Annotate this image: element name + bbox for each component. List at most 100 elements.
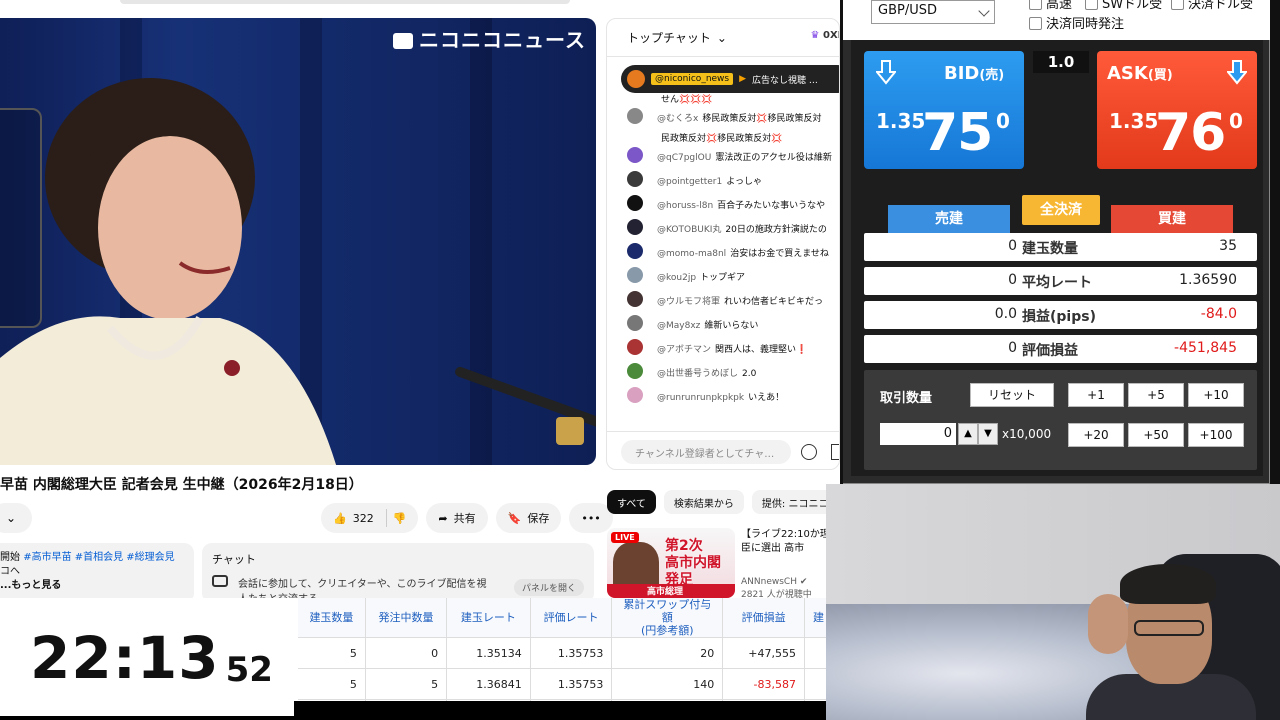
increment-icon[interactable]: ▲: [958, 423, 978, 445]
reset-button[interactable]: リセット: [970, 383, 1054, 407]
bid-button[interactable]: BID(売) 1.35 75 0: [864, 51, 1024, 169]
buy-value: 35: [1219, 238, 1237, 254]
chat-text: 民政策反対💢移民政策反対💢: [661, 134, 783, 144]
chat-marks: ❗: [796, 345, 808, 355]
chat-message-list[interactable]: せん💢💢💢 @むくろx 移民政策反対💢移民政策反対民政策反対💢移民政策反対💢 @qC7…: [627, 93, 839, 411]
ask-button[interactable]: ASK(買) 1.35 76 0: [1097, 51, 1257, 169]
chat-message[interactable]: 民政策反対💢移民政策反対💢: [627, 132, 839, 147]
avatar[interactable]: [627, 108, 643, 124]
checkbox-sw[interactable]: SWドル受: [1085, 0, 1162, 12]
pinned-message[interactable]: @niconico_news ▶ 広告なし視聴 …: [621, 65, 839, 93]
related-thumbnail[interactable]: LIVE 第2次 高市内閣 発足 高市総理: [607, 528, 735, 598]
share-icon: ➦: [438, 511, 448, 525]
chat-author[interactable]: @momo-ma8nl: [657, 249, 726, 259]
avatar[interactable]: [627, 339, 643, 355]
checkbox-label: SWドル受: [1102, 0, 1163, 12]
close-all-button[interactable]: 全決済: [1022, 195, 1100, 225]
avatar[interactable]: [627, 315, 643, 331]
avatar[interactable]: [627, 147, 643, 163]
avatar[interactable]: [627, 219, 643, 235]
avatar[interactable]: [627, 291, 643, 307]
video-player[interactable]: ニコニコニュース: [0, 18, 596, 465]
chat-author[interactable]: @pointgetter1: [657, 177, 722, 187]
like-button[interactable]: 👍 322 👎: [321, 503, 419, 533]
chat-message[interactable]: @KOTOBUKI丸 20日の施政方針演説たの: [627, 219, 839, 243]
plus-10-button[interactable]: +10: [1188, 383, 1244, 407]
quantity-input[interactable]: 0: [880, 423, 956, 445]
chat-author[interactable]: @horuss-l8n: [657, 201, 713, 211]
chat-text: れいわ信者ビキビキだっ: [724, 297, 824, 307]
avatar[interactable]: [627, 171, 643, 187]
super-chat-icon[interactable]: [831, 444, 839, 460]
chat-author[interactable]: @ウルモフ将軍: [657, 297, 720, 307]
avatar[interactable]: [627, 363, 643, 379]
hashtags[interactable]: #高市早苗 #首相会見 #総理会見: [23, 552, 175, 563]
chat-author[interactable]: @アボチマン: [657, 345, 711, 355]
speaker-image: [0, 78, 337, 465]
chat-message[interactable]: @runrunrunpkpkpk いえあ！: [627, 387, 839, 411]
plus-5-button[interactable]: +5: [1128, 383, 1184, 407]
chat-message[interactable]: @pointgetter1 よっしゃ: [627, 171, 839, 195]
sell-tab[interactable]: 売建: [888, 205, 1010, 233]
chat-message[interactable]: @むくろx 移民政策反対💢移民政策反対: [627, 108, 839, 132]
related-channel[interactable]: ANNnewsCH: [741, 577, 797, 587]
avatar[interactable]: [627, 195, 643, 211]
plus-50-button[interactable]: +50: [1128, 423, 1184, 447]
chat-author[interactable]: @むくろx: [657, 114, 698, 124]
search-bar[interactable]: [120, 0, 570, 4]
chat-message[interactable]: @momo-ma8nl 治安はお金で買えませね: [627, 243, 839, 267]
video-title: 早苗 内閣総理大臣 記者会見 生中継（2026年2月18日）: [0, 477, 363, 493]
chat-author[interactable]: @出世番号うめぼし: [657, 369, 738, 379]
chat-message[interactable]: @アボチマン 関西人は、義理堅い❗: [627, 339, 839, 363]
plus-1-button[interactable]: +1: [1068, 383, 1124, 407]
plus-20-button[interactable]: +20: [1068, 423, 1124, 447]
thumbs-down-icon[interactable]: 👎: [393, 512, 407, 525]
chat-message[interactable]: せん💢💢💢: [627, 93, 839, 108]
related-video[interactable]: LIVE 第2次 高市内閣 発足 高市総理 【ライブ22:10か理大臣に選出 高市 …: [607, 528, 840, 600]
chat-author[interactable]: @qC7pglOU: [657, 153, 711, 163]
chat-mode-selector[interactable]: トップチャット ⌄ ♛ 0XP: [607, 19, 839, 57]
filter-chip[interactable]: 検索結果から: [663, 490, 744, 514]
chat-author[interactable]: @KOTOBUKI丸: [657, 225, 721, 235]
bid-price-fraction: 0: [996, 109, 1010, 133]
checkbox-settle[interactable]: 決済ドル受: [1171, 0, 1253, 12]
open-panel-button[interactable]: パネルを開く: [513, 579, 584, 596]
avatar[interactable]: [627, 243, 643, 259]
trading-panel: GBP/USD 高速 SWドル受 決済ドル受 決済同時発注 BID(売) 1.3…: [843, 0, 1270, 484]
chat-message[interactable]: @May8xz 維新いらない: [627, 315, 839, 339]
quantity-label: 取引数量: [880, 391, 933, 406]
avatar[interactable]: [627, 387, 643, 403]
table-header-line: 評価損益: [741, 611, 786, 624]
table-header-line: 発注中数量: [378, 611, 434, 624]
symbol-select[interactable]: GBP/USD: [871, 0, 995, 24]
chat-author[interactable]: @May8xz: [657, 321, 700, 331]
plus-100-button[interactable]: +100: [1188, 423, 1244, 447]
chat-message[interactable]: @horuss-l8n 百合子みたいな事いうなや: [627, 195, 839, 219]
decrement-icon[interactable]: ▼: [978, 423, 998, 445]
chat-input[interactable]: チャンネル登録者としてチャ…: [621, 440, 791, 464]
emoji-icon[interactable]: [801, 444, 817, 460]
description-box[interactable]: 開始 #高市早苗 #首相会見 #総理会見 コへ ...もっと見る: [0, 543, 194, 603]
filter-chip[interactable]: すべて: [607, 490, 656, 514]
chat-message[interactable]: @ウルモフ将軍 れいわ信者ビキビキだっ: [627, 291, 839, 315]
checkbox-simultaneous[interactable]: 決済同時発注: [1029, 13, 1124, 32]
chat-message[interactable]: @kou2jp トップギア: [627, 267, 839, 291]
chat-author[interactable]: @runrunrunpkpkpk: [657, 393, 744, 403]
avatar[interactable]: [627, 267, 643, 283]
show-more-link[interactable]: ...もっと見る: [0, 579, 194, 593]
table-row[interactable]: 5 5 1.36841 1.35753 140 -83,587: [298, 668, 834, 700]
avatar: [627, 70, 645, 88]
buy-tab[interactable]: 買建: [1111, 205, 1233, 233]
summary-row: 0 評価損益 -451,845: [864, 335, 1257, 363]
share-button[interactable]: ➦ 共有: [426, 503, 488, 533]
table-row[interactable]: 5 0 1.35134 1.35753 20 +47,555: [298, 637, 834, 669]
quantity-box: 取引数量 リセット +1 +5 +10 0 ▲ ▼ x10,000 +20 +5…: [864, 370, 1257, 470]
chat-message[interactable]: @出世番号うめぼし 2.0: [627, 363, 839, 387]
checkbox-fast[interactable]: 高速: [1029, 0, 1072, 12]
chat-author[interactable]: @kou2jp: [657, 273, 696, 283]
chat-message[interactable]: @qC7pglOU 憲法改正のアクセル役は維新: [627, 147, 839, 171]
symbol-value: GBP/USD: [878, 3, 937, 18]
chat-input-bar: チャンネル登録者としてチャ…: [607, 431, 839, 469]
save-button[interactable]: 🔖 保存: [495, 503, 562, 533]
chevron-down-icon[interactable]: ⌄: [0, 503, 32, 533]
